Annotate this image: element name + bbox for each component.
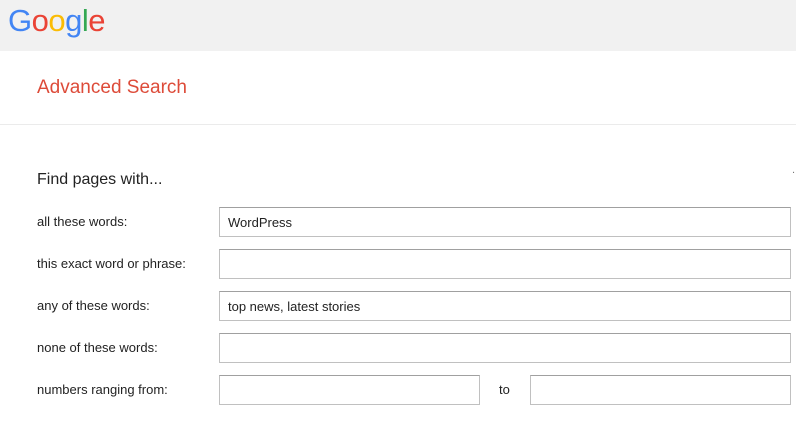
none-words-input[interactable] <box>219 333 791 363</box>
exact-phrase-input[interactable] <box>219 249 791 279</box>
exact-phrase-label: this exact word or phrase: <box>37 256 186 271</box>
numbers-to-input[interactable] <box>530 375 791 405</box>
any-words-input[interactable] <box>219 291 791 321</box>
numbers-from-input[interactable] <box>219 375 480 405</box>
logo-letter-g: G <box>8 3 32 38</box>
top-bar: Google <box>0 0 796 51</box>
numbers-range-label: numbers ranging from: <box>37 382 168 397</box>
corner-mark: . <box>792 164 796 176</box>
logo-letter-o1: o <box>31 3 49 38</box>
header-divider <box>0 124 796 125</box>
page-title: Advanced Search <box>37 77 187 98</box>
google-logo[interactable]: Google <box>8 3 106 39</box>
logo-letter-o2: o <box>48 3 66 38</box>
none-words-label: none of these words: <box>37 340 158 355</box>
logo-letter-e: e <box>88 3 106 38</box>
any-words-label: any of these words: <box>37 298 150 313</box>
all-words-input[interactable] <box>219 207 791 237</box>
all-words-label: all these words: <box>37 214 128 229</box>
logo-letter-g2: g <box>65 3 82 38</box>
numbers-to-label: to <box>499 382 510 397</box>
section-title: Find pages with... <box>37 171 163 188</box>
